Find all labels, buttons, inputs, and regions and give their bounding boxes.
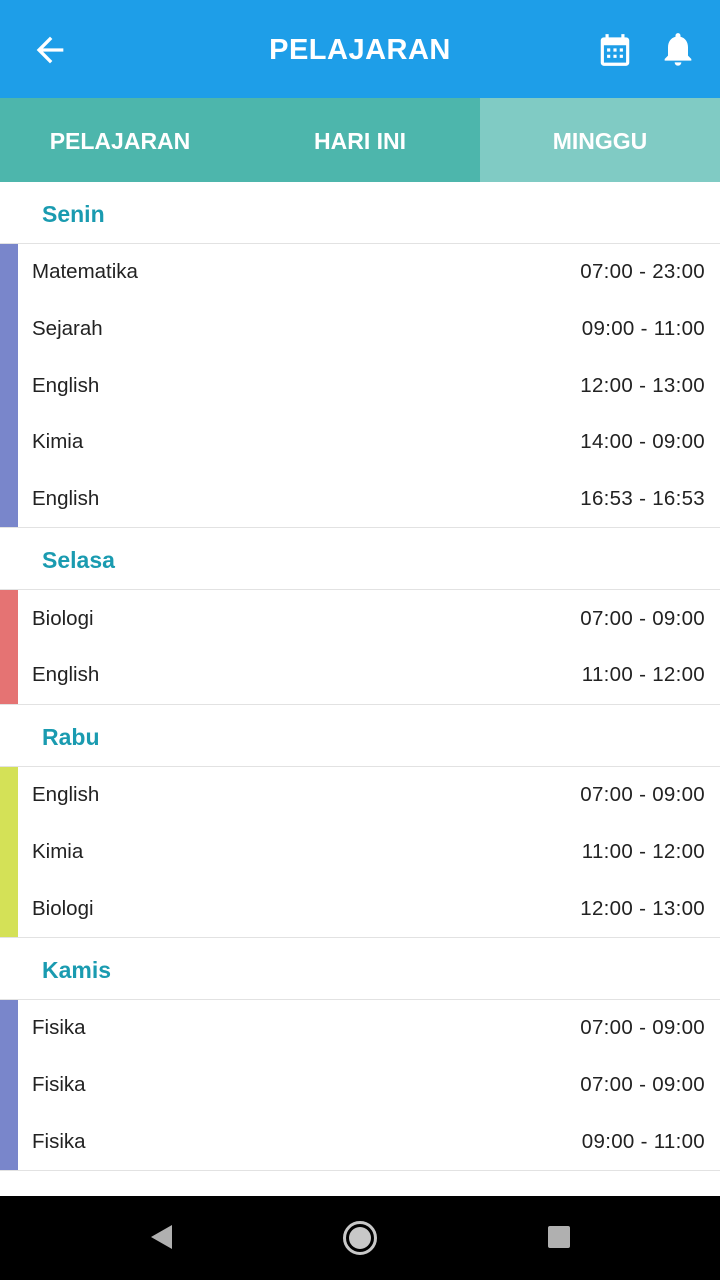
lesson-subject: Fisika	[32, 1072, 86, 1096]
lesson-row[interactable]: English 16:53 - 16:53	[0, 471, 720, 528]
lesson-row[interactable]: Biologi 07:00 - 09:00	[0, 590, 720, 647]
tab-hari-ini[interactable]: HARI INI	[240, 98, 480, 182]
lesson-subject: Biologi	[32, 606, 94, 630]
day-header: Senin	[0, 182, 720, 244]
lesson-row[interactable]: Biologi 12:00 - 13:00	[0, 880, 720, 937]
back-arrow-icon[interactable]	[30, 30, 70, 70]
day-header: Rabu	[0, 705, 720, 767]
app-bar: PELAJARAN	[0, 0, 720, 98]
nav-recents-icon[interactable]	[546, 1224, 572, 1250]
lesson-subject: Matematika	[32, 260, 138, 284]
day-header: Kamis	[0, 938, 720, 1000]
day-lesson-group: Biologi 07:00 - 09:00 English 11:00 - 12:00	[0, 590, 720, 705]
day-lesson-group: Matematika 07:00 - 23:00 Sejarah 09:00 - 11…	[0, 244, 720, 529]
lesson-row[interactable]: Kimia 11:00 - 12:00	[0, 824, 720, 881]
lesson-subject: English	[32, 783, 100, 807]
tab-bar: PELAJARAN HARI INI MINGGU	[0, 98, 720, 182]
lesson-row[interactable]: Fisika 07:00 - 09:00	[0, 1057, 720, 1114]
lesson-subject: Sejarah	[32, 317, 103, 341]
lesson-time: 09:00 - 11:00	[581, 317, 705, 341]
lesson-subject: Kimia	[32, 430, 84, 454]
lesson-time: 07:00 - 23:00	[580, 260, 705, 284]
lesson-time: 07:00 - 09:00	[580, 1016, 705, 1040]
lesson-time: 09:00 - 11:00	[581, 1129, 705, 1153]
day-header: Selasa	[0, 528, 720, 591]
lesson-time: 14:00 - 09:00	[580, 430, 705, 454]
nav-back-icon[interactable]	[148, 1222, 174, 1252]
lesson-subject: Biologi	[32, 896, 94, 920]
lesson-subject: Fisika	[32, 1016, 86, 1040]
lesson-subject: English	[32, 487, 100, 511]
lesson-row[interactable]: Matematika 07:00 - 23:00	[0, 244, 720, 301]
lesson-row[interactable]: English 12:00 - 13:00	[0, 357, 720, 414]
lesson-subject: Fisika	[32, 1129, 86, 1153]
lesson-time: 12:00 - 13:00	[580, 896, 705, 920]
lesson-row[interactable]: Sejarah 09:00 - 11:00	[0, 301, 720, 358]
day-lesson-group: Fisika 07:00 - 09:00 Fisika 07:00 - 09:00 Fi…	[0, 999, 720, 1171]
system-navigation-bar	[0, 1196, 720, 1280]
weekly-schedule-list[interactable]: Senin Matematika 07:00 - 23:00 Sejarah 09:00…	[0, 182, 720, 1196]
lesson-time: 07:00 - 09:00	[580, 606, 705, 630]
lesson-time: 07:00 - 09:00	[580, 1072, 705, 1096]
tab-pelajaran[interactable]: PELAJARAN	[0, 98, 240, 182]
lesson-row[interactable]: Kimia 14:00 - 09:00	[0, 414, 720, 471]
lesson-row[interactable]: Fisika 09:00 - 11:00	[0, 1113, 720, 1170]
day-color-bar	[0, 999, 18, 1170]
lesson-subject: English	[32, 663, 100, 687]
calendar-icon[interactable]	[596, 30, 634, 70]
lesson-subject: English	[32, 373, 100, 397]
lesson-time: 11:00 - 12:00	[581, 839, 705, 863]
bell-icon[interactable]	[658, 28, 698, 70]
lesson-row[interactable]: English 07:00 - 09:00	[0, 767, 720, 824]
lesson-row[interactable]: Fisika 07:00 - 09:00	[0, 1000, 720, 1057]
nav-home-icon[interactable]	[342, 1220, 378, 1256]
lesson-time: 16:53 - 16:53	[580, 487, 705, 511]
lesson-subject: Kimia	[32, 839, 84, 863]
lesson-time: 12:00 - 13:00	[580, 373, 705, 397]
day-color-bar	[0, 766, 18, 937]
day-lesson-group: English 07:00 - 09:00 Kimia 11:00 - 12:00 Bi…	[0, 766, 720, 938]
day-color-bar	[0, 590, 18, 704]
lesson-time: 07:00 - 09:00	[580, 783, 705, 807]
lesson-row[interactable]: English 11:00 - 12:00	[0, 647, 720, 704]
lesson-time: 11:00 - 12:00	[581, 663, 705, 687]
day-color-bar	[0, 244, 18, 528]
tab-minggu[interactable]: MINGGU	[480, 98, 720, 182]
